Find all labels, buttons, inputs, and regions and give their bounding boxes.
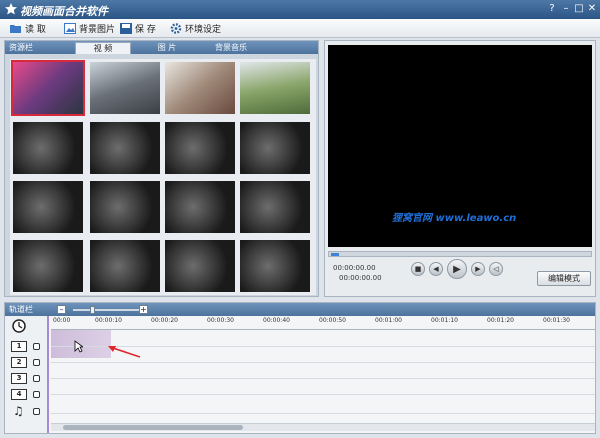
- play-icon: ▶: [453, 263, 461, 275]
- lock-icon[interactable]: [33, 408, 40, 415]
- ruler-tick: 00:00:20: [151, 317, 178, 324]
- volume-icon: ◁: [493, 265, 499, 273]
- menu-settings-label: 环境设定: [185, 25, 222, 35]
- clock-icon: [12, 319, 26, 333]
- next-frame-button[interactable]: ▶: [471, 262, 485, 276]
- window-title: 视频画面合并软件: [20, 5, 108, 18]
- preview-screen: 狸窝官网 www.leawo.cn: [328, 45, 592, 247]
- empty-slot-thumbnail[interactable]: [90, 181, 160, 233]
- thumbnail-grid: [10, 59, 316, 295]
- lock-icon[interactable]: [33, 359, 40, 366]
- time-current: 00:00:00.00: [333, 264, 376, 272]
- resource-panel-header: 资源栏 视 频 图 片 背景音乐: [5, 41, 318, 54]
- timeline-scrollbar-thumb[interactable]: [63, 425, 243, 430]
- progress-handle[interactable]: [331, 253, 339, 256]
- save-icon: [120, 23, 132, 34]
- empty-slot-thumbnail[interactable]: [90, 240, 160, 292]
- empty-slot-thumbnail[interactable]: [240, 240, 310, 292]
- prev-frame-button[interactable]: ◀: [429, 262, 443, 276]
- empty-slot-thumbnail[interactable]: [165, 240, 235, 292]
- resource-panel: 资源栏 视 频 图 片 背景音乐: [4, 40, 319, 297]
- timeline-panel: 轨道栏 – + 1 2 3 4 ♫ 00:00 00:00:10 00:00:2…: [4, 302, 596, 434]
- menu-open[interactable]: 读 取: [10, 22, 46, 35]
- progress-bar[interactable]: [328, 251, 592, 257]
- volume-button[interactable]: ◁: [489, 262, 503, 276]
- menu-save[interactable]: 保 存: [120, 22, 156, 35]
- ruler-tick: 00:01:20: [487, 317, 514, 324]
- stop-button[interactable]: ■: [411, 262, 425, 276]
- video-thumbnail[interactable]: [90, 62, 160, 114]
- annotation-arrow-icon: [108, 346, 141, 358]
- ruler-tick: 00:00:40: [263, 317, 290, 324]
- tab-music[interactable]: 背景音乐: [201, 42, 261, 54]
- menu-open-label: 读 取: [25, 25, 46, 35]
- empty-slot-thumbnail[interactable]: [90, 122, 160, 174]
- music-note-icon[interactable]: ♫: [13, 404, 24, 418]
- zoom-out-button[interactable]: –: [57, 305, 66, 314]
- empty-slot-thumbnail[interactable]: [13, 240, 83, 292]
- empty-slot-thumbnail[interactable]: [13, 181, 83, 233]
- timeline-header: 轨道栏 – +: [5, 303, 595, 316]
- close-button[interactable]: ✕: [586, 3, 598, 15]
- timeline-title: 轨道栏: [9, 305, 33, 314]
- zoom-slider[interactable]: [73, 309, 139, 311]
- empty-slot-thumbnail[interactable]: [240, 181, 310, 233]
- empty-slot-thumbnail[interactable]: [165, 181, 235, 233]
- help-button[interactable]: ?: [546, 3, 558, 15]
- zoom-slider-thumb[interactable]: [90, 306, 95, 314]
- ruler-tick: 00:01:10: [431, 317, 458, 324]
- empty-slot-thumbnail[interactable]: [13, 122, 83, 174]
- track-4-icon[interactable]: 4: [11, 389, 27, 400]
- timeline-scrollbar[interactable]: [51, 423, 595, 431]
- gear-icon: [170, 23, 182, 34]
- resource-panel-title: 资源栏: [9, 43, 33, 52]
- empty-slot-thumbnail[interactable]: [240, 122, 310, 174]
- ruler-tick: 00:00:10: [95, 317, 122, 324]
- watermark: 狸窝官网 www.leawo.cn: [392, 213, 517, 224]
- preview-panel: 狸窝官网 www.leawo.cn 00:00:00.00 00:00:00.0…: [324, 40, 596, 297]
- lock-icon[interactable]: [33, 375, 40, 382]
- track-1-icon[interactable]: 1: [11, 341, 27, 352]
- track-divider: [51, 413, 595, 414]
- track-sidebar: 1 2 3 4 ♫: [5, 316, 49, 433]
- ruler-tick: 00:01:30: [543, 317, 570, 324]
- ruler-tick: 00:01:00: [375, 317, 402, 324]
- video-thumbnail[interactable]: [240, 62, 310, 114]
- zoom-in-button[interactable]: +: [139, 305, 148, 314]
- star-logo-icon: [5, 3, 17, 15]
- mouse-cursor-icon: [74, 340, 83, 353]
- edit-mode-button[interactable]: 编辑模式: [537, 271, 591, 286]
- menu-save-label: 保 存: [135, 25, 156, 35]
- menu-bar: 读 取 背景图片 保 存 环境设定: [0, 19, 600, 38]
- track-2-icon[interactable]: 2: [11, 357, 27, 368]
- lock-icon[interactable]: [33, 343, 40, 350]
- ruler-tick: 00:00:30: [207, 317, 234, 324]
- prev-icon: ◀: [433, 265, 439, 273]
- ruler-tick: 00:00: [53, 317, 71, 324]
- video-thumbnail[interactable]: [11, 60, 85, 116]
- track-divider: [51, 362, 595, 363]
- track-3-icon[interactable]: 3: [11, 373, 27, 384]
- track-divider: [51, 378, 595, 379]
- menu-settings[interactable]: 环境设定: [170, 22, 221, 35]
- tab-picture[interactable]: 图 片: [139, 42, 195, 54]
- menu-background-image[interactable]: 背景图片: [64, 22, 115, 35]
- empty-slot-thumbnail[interactable]: [165, 122, 235, 174]
- menu-background-image-label: 背景图片: [79, 25, 116, 35]
- tab-video[interactable]: 视 频: [75, 42, 131, 54]
- time-total: 00:00:00.00: [339, 274, 382, 282]
- next-icon: ▶: [475, 265, 481, 273]
- play-button[interactable]: ▶: [447, 259, 467, 279]
- minimize-button[interactable]: –: [560, 3, 572, 15]
- ruler-tick: 00:00:50: [319, 317, 346, 324]
- folder-icon: [10, 25, 21, 33]
- picture-icon: [64, 23, 76, 34]
- time-ruler[interactable]: 00:00 00:00:10 00:00:20 00:00:30 00:00:4…: [51, 316, 595, 330]
- maximize-button[interactable]: □: [573, 3, 585, 15]
- lock-icon[interactable]: [33, 391, 40, 398]
- video-thumbnail[interactable]: [165, 62, 235, 114]
- track-divider: [51, 394, 595, 395]
- title-bar: 视频画面合并软件 ? – □ ✕: [0, 0, 600, 19]
- stop-icon: ■: [414, 265, 422, 273]
